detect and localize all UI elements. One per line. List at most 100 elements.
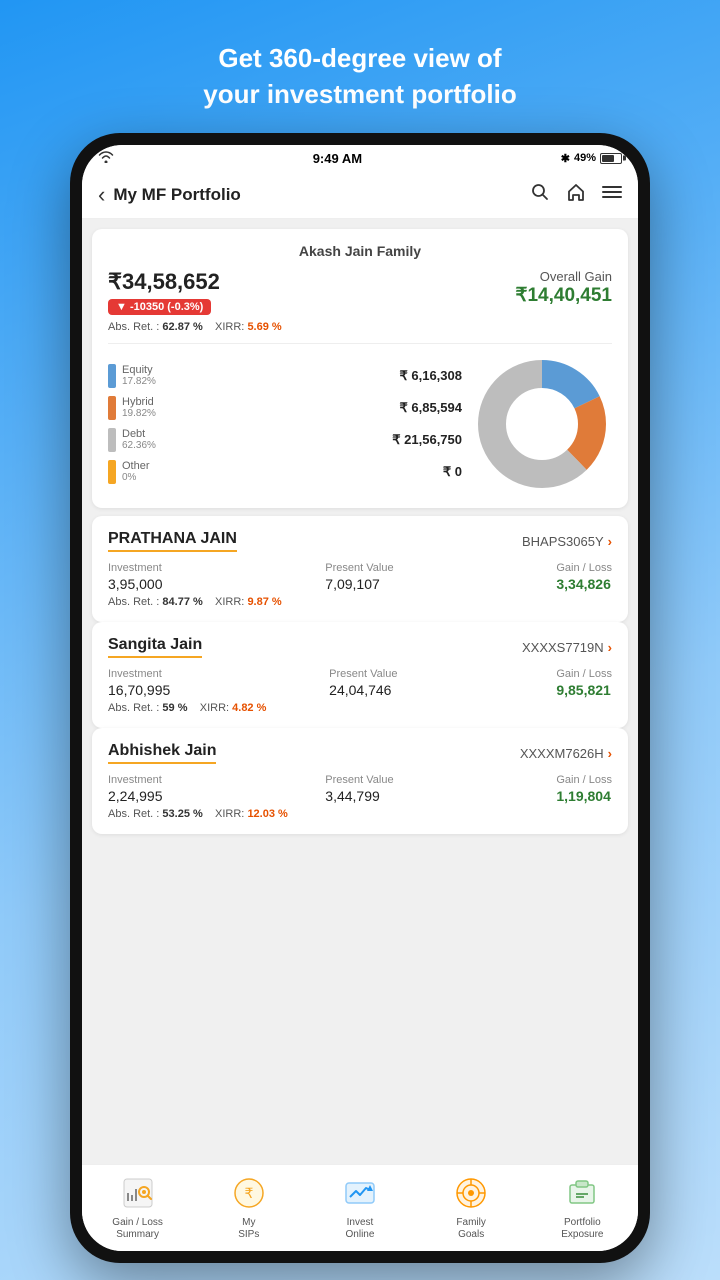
investment-col: Investment 2,24,995 [108,774,163,804]
chevron-right-icon: › [608,640,612,655]
legend-pct: 17.82% [122,376,156,387]
xirr-value: 4.82 % [232,702,266,714]
legend-label: Equity [122,364,156,376]
legend-label: Other [122,460,150,472]
bottom-nav-icon-1: ₹ [229,1173,269,1213]
member-name: PRATHANA JAIN [108,530,237,552]
home-icon[interactable] [566,182,586,207]
investment-label: Investment [108,668,170,680]
legend-pct: 0% [122,472,150,483]
xirr-label: XIRR: [215,321,244,333]
bottom-nav-item-invest-online[interactable]: InvestOnline [325,1173,395,1241]
status-time: 9:49 AM [313,151,362,166]
abs-ret-label: Abs. Ret. : [108,702,159,714]
xirr-value: 5.69 % [247,321,281,333]
member-header: Abhishek Jain XXXXM7626H › [108,742,612,766]
member-stats: Investment 3,95,000 Present Value 7,09,1… [108,562,612,592]
legend-dot [108,396,116,420]
bottom-nav-label-1: MySIPs [238,1217,259,1241]
members-container: PRATHANA JAIN BHAPS3065Y › Investment 3,… [92,516,628,834]
member-ret: Abs. Ret. : 84.77 % XIRR: 9.87 % [108,596,612,608]
member-stats: Investment 2,24,995 Present Value 3,44,7… [108,774,612,804]
legend-label: Hybrid [122,396,156,408]
gain-loss-col: Gain / Loss 1,19,804 [556,774,612,804]
present-value-label: Present Value [325,562,393,574]
chevron-right-icon: › [608,534,612,549]
legend-item-other: Other 0% ₹ 0 [108,460,462,484]
bottom-nav-label-3: FamilyGoals [456,1217,485,1241]
abs-ret-value: 84.77 % [162,596,202,608]
member-id[interactable]: XXXXS7719N › [522,640,612,655]
member-header: PRATHANA JAIN BHAPS3065Y › [108,530,612,554]
bottom-nav-icon-0 [118,1173,158,1213]
portfolio-top: ₹34,58,652 ▼ -10350 (-0.3%) Abs. Ret. : … [108,269,612,344]
present-value-label: Present Value [329,668,397,680]
gain-loss-value: 1,19,804 [556,788,612,804]
member-card-0: PRATHANA JAIN BHAPS3065Y › Investment 3,… [92,516,628,622]
bottom-nav-icon-2 [340,1173,380,1213]
bottom-nav-item-portfolio-exposure[interactable]: PortfolioExposure [547,1173,617,1241]
bottom-nav-icon-3 [451,1173,491,1213]
present-value-col: Present Value 24,04,746 [329,668,397,698]
member-name: Abhishek Jain [108,742,216,764]
investment-label: Investment [108,774,163,786]
legend-dot [108,364,116,388]
legend-amount: ₹ 21,56,750 [392,432,462,448]
phone-screen: 9:49 AM ✱ 49% ‹ My MF Portfolio [82,145,638,1251]
chevron-right-icon: › [608,746,612,761]
search-icon[interactable] [530,182,550,207]
member-ret: Abs. Ret. : 59 % XIRR: 4.82 % [108,702,612,714]
battery-icon [600,153,622,164]
gain-loss-col: Gain / Loss 9,85,821 [556,668,612,698]
abs-ret-label: Abs. Ret. : [108,808,159,820]
xirr-label: XIRR: [215,596,244,608]
bottom-nav-item-gain-/-loss-summary[interactable]: Gain / LossSummary [103,1173,173,1241]
header-text: Get 360-degree view of your investment p… [143,0,576,133]
main-content: Akash Jain Family ₹34,58,652 ▼ -10350 (-… [82,219,638,1164]
chart-section: Equity 17.82% ₹ 6,16,308 Hybrid 19.82% ₹… [108,354,612,494]
bottom-nav-icon-4 [562,1173,602,1213]
member-id[interactable]: XXXXM7626H › [520,746,612,761]
battery-label: 49% [574,152,596,164]
investment-value: 3,95,000 [108,576,163,592]
investment-value: 2,24,995 [108,788,163,804]
present-value-col: Present Value 7,09,107 [325,562,393,592]
total-amount: ₹34,58,652 [108,269,282,295]
back-button[interactable]: ‹ [98,182,105,208]
investment-col: Investment 16,70,995 [108,668,170,698]
abs-ret-label: Abs. Ret. : [108,321,159,333]
abs-ret-label: Abs. Ret. : [108,596,159,608]
status-right: ✱ 49% [561,152,622,165]
investment-label: Investment [108,562,163,574]
member-card-1: Sangita Jain XXXXS7719N › Investment 16,… [92,622,628,728]
present-value-col: Present Value 3,44,799 [325,774,393,804]
member-id[interactable]: BHAPS3065Y › [522,534,612,549]
gain-loss-value: 9,85,821 [556,682,612,698]
present-value-value: 24,04,746 [329,682,397,698]
legend-dot [108,428,116,452]
status-bar: 9:49 AM ✱ 49% [82,145,638,172]
change-badge: ▼ -10350 (-0.3%) [108,299,211,315]
investment-col: Investment 3,95,000 [108,562,163,592]
xirr-label: XIRR: [200,702,229,714]
legend-pct: 19.82% [122,408,156,419]
gain-loss-label: Gain / Loss [556,774,612,786]
present-value-value: 7,09,107 [325,576,393,592]
gain-loss-value: 3,34,826 [556,576,612,592]
bottom-nav: Gain / LossSummary ₹ MySIPs InvestOnline… [82,1164,638,1251]
bottom-nav-label-4: PortfolioExposure [561,1217,603,1241]
abs-ret-value: 62.87 % [162,321,202,333]
menu-icon[interactable] [602,182,622,207]
legend-amount: ₹ 0 [443,464,462,480]
abs-ret-value: 59 % [162,702,187,714]
legend-item-debt: Debt 62.36% ₹ 21,56,750 [108,428,462,452]
family-name: Akash Jain Family [108,243,612,259]
bluetooth-icon: ✱ [561,152,570,165]
investment-value: 16,70,995 [108,682,170,698]
legend-pct: 62.36% [122,440,156,451]
svg-text:₹: ₹ [244,1185,253,1201]
nav-right [530,182,622,207]
bottom-nav-item-family-goals[interactable]: FamilyGoals [436,1173,506,1241]
bottom-nav-item-my-sips[interactable]: ₹ MySIPs [214,1173,284,1241]
portfolio-right: Overall Gain ₹14,40,451 [515,269,612,307]
